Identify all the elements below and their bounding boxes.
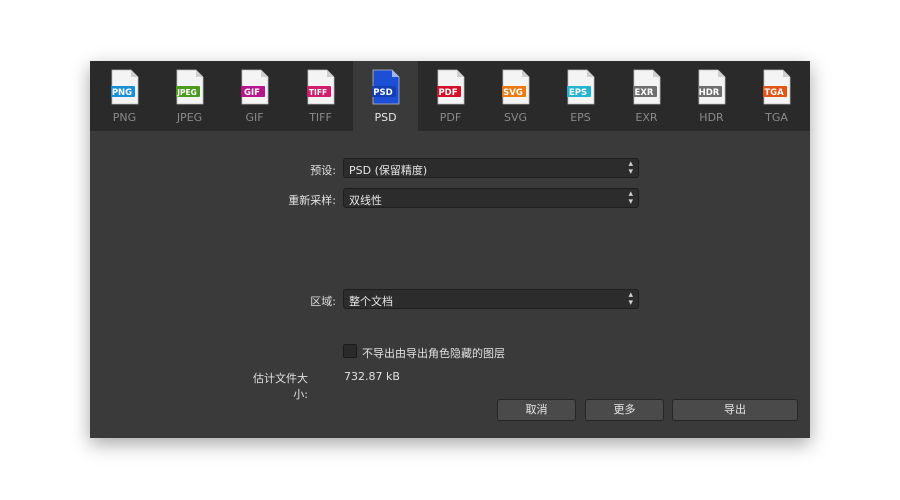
format-tab-svg[interactable]: SVG SVG [483, 61, 548, 131]
svg-file-icon: SVG [501, 69, 529, 105]
format-tab-exr[interactable]: EXR EXR [614, 61, 679, 131]
chevron-updown-icon: ▴ ▾ [628, 189, 633, 207]
format-label: EXR [635, 111, 658, 124]
tga-file-icon: TGA [762, 69, 790, 105]
format-tab-tga[interactable]: TGA TGA [744, 61, 809, 131]
format-tab-gif[interactable]: GIF GIF [222, 61, 287, 131]
area-label: 区域: [310, 295, 336, 308]
format-label: SVG [503, 111, 528, 124]
format-badge-text: TGA [764, 88, 784, 98]
format-badge-text: EXR [634, 88, 653, 98]
format-label: TGA [765, 111, 788, 124]
area-value: 整个文档 [349, 295, 393, 308]
hide-layers-checkbox[interactable] [343, 344, 357, 358]
tiff-file-icon: TIFF [306, 69, 334, 105]
format-label: PDF [439, 111, 462, 124]
chevron-updown-icon: ▴ ▾ [628, 159, 633, 177]
format-label: PSD [374, 111, 397, 124]
format-tab-png[interactable]: PNG PNG [92, 61, 157, 131]
format-badge-text: EPS [568, 88, 586, 98]
psd-file-icon: PSD [371, 69, 399, 105]
format-bar: PNG PNG JPEG JPEG GIF GIF TIFF TIFF PSD PSD PDF PDF… [90, 61, 810, 131]
format-label: GIF [245, 111, 264, 124]
cancel-button[interactable]: 取消 [497, 399, 576, 421]
exr-file-icon: EXR [632, 69, 660, 105]
format-label: PNG [112, 111, 137, 124]
format-label: TIFF [309, 111, 332, 124]
eps-file-icon: EPS [566, 69, 594, 105]
format-tab-eps[interactable]: EPS EPS [548, 61, 613, 131]
export-button[interactable]: 导出 [672, 399, 798, 421]
format-tab-pdf[interactable]: PDF PDF [418, 61, 483, 131]
hdr-file-icon: HDR [697, 69, 725, 105]
format-badge-text: PNG [111, 88, 131, 98]
preset-select[interactable]: PSD (保留精度) ▴ ▾ [343, 158, 639, 178]
export-dialog: PNG PNG JPEG JPEG GIF GIF TIFF TIFF PSD PSD PDF PDF… [90, 61, 810, 438]
format-label: HDR [699, 111, 724, 124]
format-badge-text: JPEG [176, 88, 197, 97]
png-file-icon: PNG [110, 69, 138, 105]
format-tab-jpeg[interactable]: JPEG JPEG [157, 61, 222, 131]
format-badge-text: TIFF [308, 88, 326, 97]
gif-file-icon: GIF [240, 69, 268, 105]
resample-value: 双线性 [349, 194, 382, 207]
estimate-value: 732.87 kB [344, 370, 400, 383]
format-badge-text: SVG [503, 88, 523, 98]
format-badge-text: GIF [244, 88, 260, 98]
format-tab-tiff[interactable]: TIFF TIFF [288, 61, 353, 131]
more-button[interactable]: 更多 [585, 399, 664, 421]
preset-label: 预设: [310, 164, 336, 177]
format-tab-hdr[interactable]: HDR HDR [679, 61, 744, 131]
format-label: JPEG [176, 111, 203, 124]
format-badge-text: PDF [438, 88, 457, 98]
format-label: EPS [570, 111, 591, 124]
resample-select[interactable]: 双线性 ▴ ▾ [343, 188, 639, 208]
format-badge-text: HDR [698, 88, 719, 98]
jpeg-file-icon: JPEG [175, 69, 203, 105]
chevron-updown-icon: ▴ ▾ [628, 290, 633, 308]
estimate-label: 估计文件大小: [253, 372, 308, 401]
format-tab-psd[interactable]: PSD PSD [353, 61, 418, 131]
preset-value: PSD (保留精度) [349, 164, 428, 177]
format-badge-text: PSD [373, 88, 392, 98]
pdf-file-icon: PDF [436, 69, 464, 105]
area-select[interactable]: 整个文档 ▴ ▾ [343, 289, 639, 309]
resample-label: 重新采样: [288, 194, 336, 207]
hide-layers-label: 不导出由导出角色隐藏的图层 [362, 347, 505, 360]
